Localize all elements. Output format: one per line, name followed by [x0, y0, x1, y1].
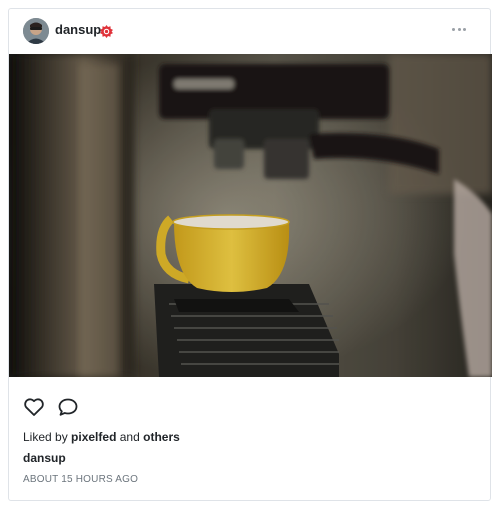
- likes-conjunction: and: [119, 430, 140, 444]
- post-card: dansup Liked by pixelfed and others dans…: [8, 8, 492, 501]
- more-options-icon[interactable]: [452, 26, 466, 32]
- avatar[interactable]: [23, 18, 49, 44]
- likes-summary: Liked by pixelfed and others: [23, 430, 180, 444]
- post-header: dansup: [9, 9, 490, 54]
- comment-bubble-icon[interactable]: [57, 396, 79, 418]
- likes-prefix: Liked by: [23, 430, 68, 444]
- liked-by-others-link[interactable]: others: [143, 430, 180, 444]
- verified-badge-icon: [100, 25, 113, 38]
- post-timestamp[interactable]: ABOUT 15 HOURS AGO: [23, 474, 138, 485]
- caption-username[interactable]: dansup: [23, 451, 66, 465]
- liked-by-user-link[interactable]: pixelfed: [71, 430, 116, 444]
- post-username[interactable]: dansup: [55, 22, 101, 37]
- post-photo[interactable]: [9, 54, 492, 377]
- heart-icon[interactable]: [23, 396, 45, 418]
